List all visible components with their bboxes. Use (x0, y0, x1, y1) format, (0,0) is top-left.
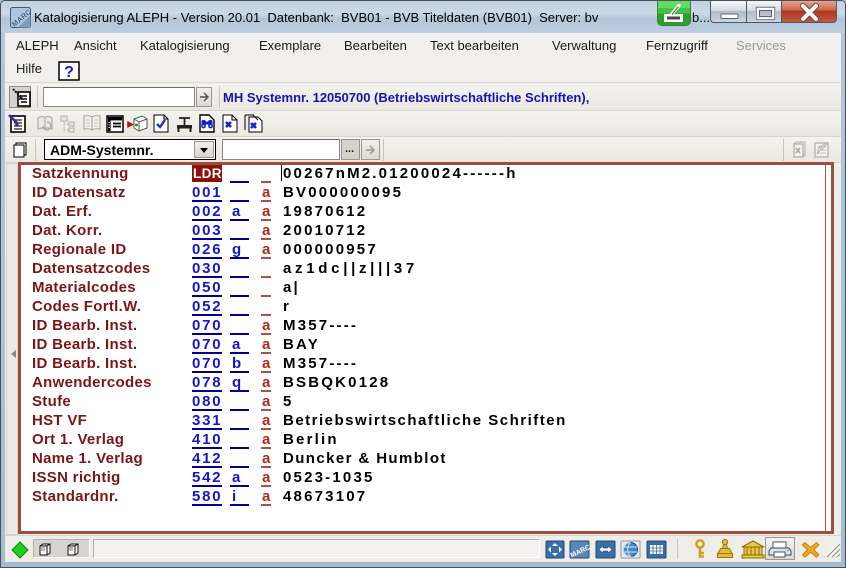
svg-text:?: ? (64, 64, 74, 81)
